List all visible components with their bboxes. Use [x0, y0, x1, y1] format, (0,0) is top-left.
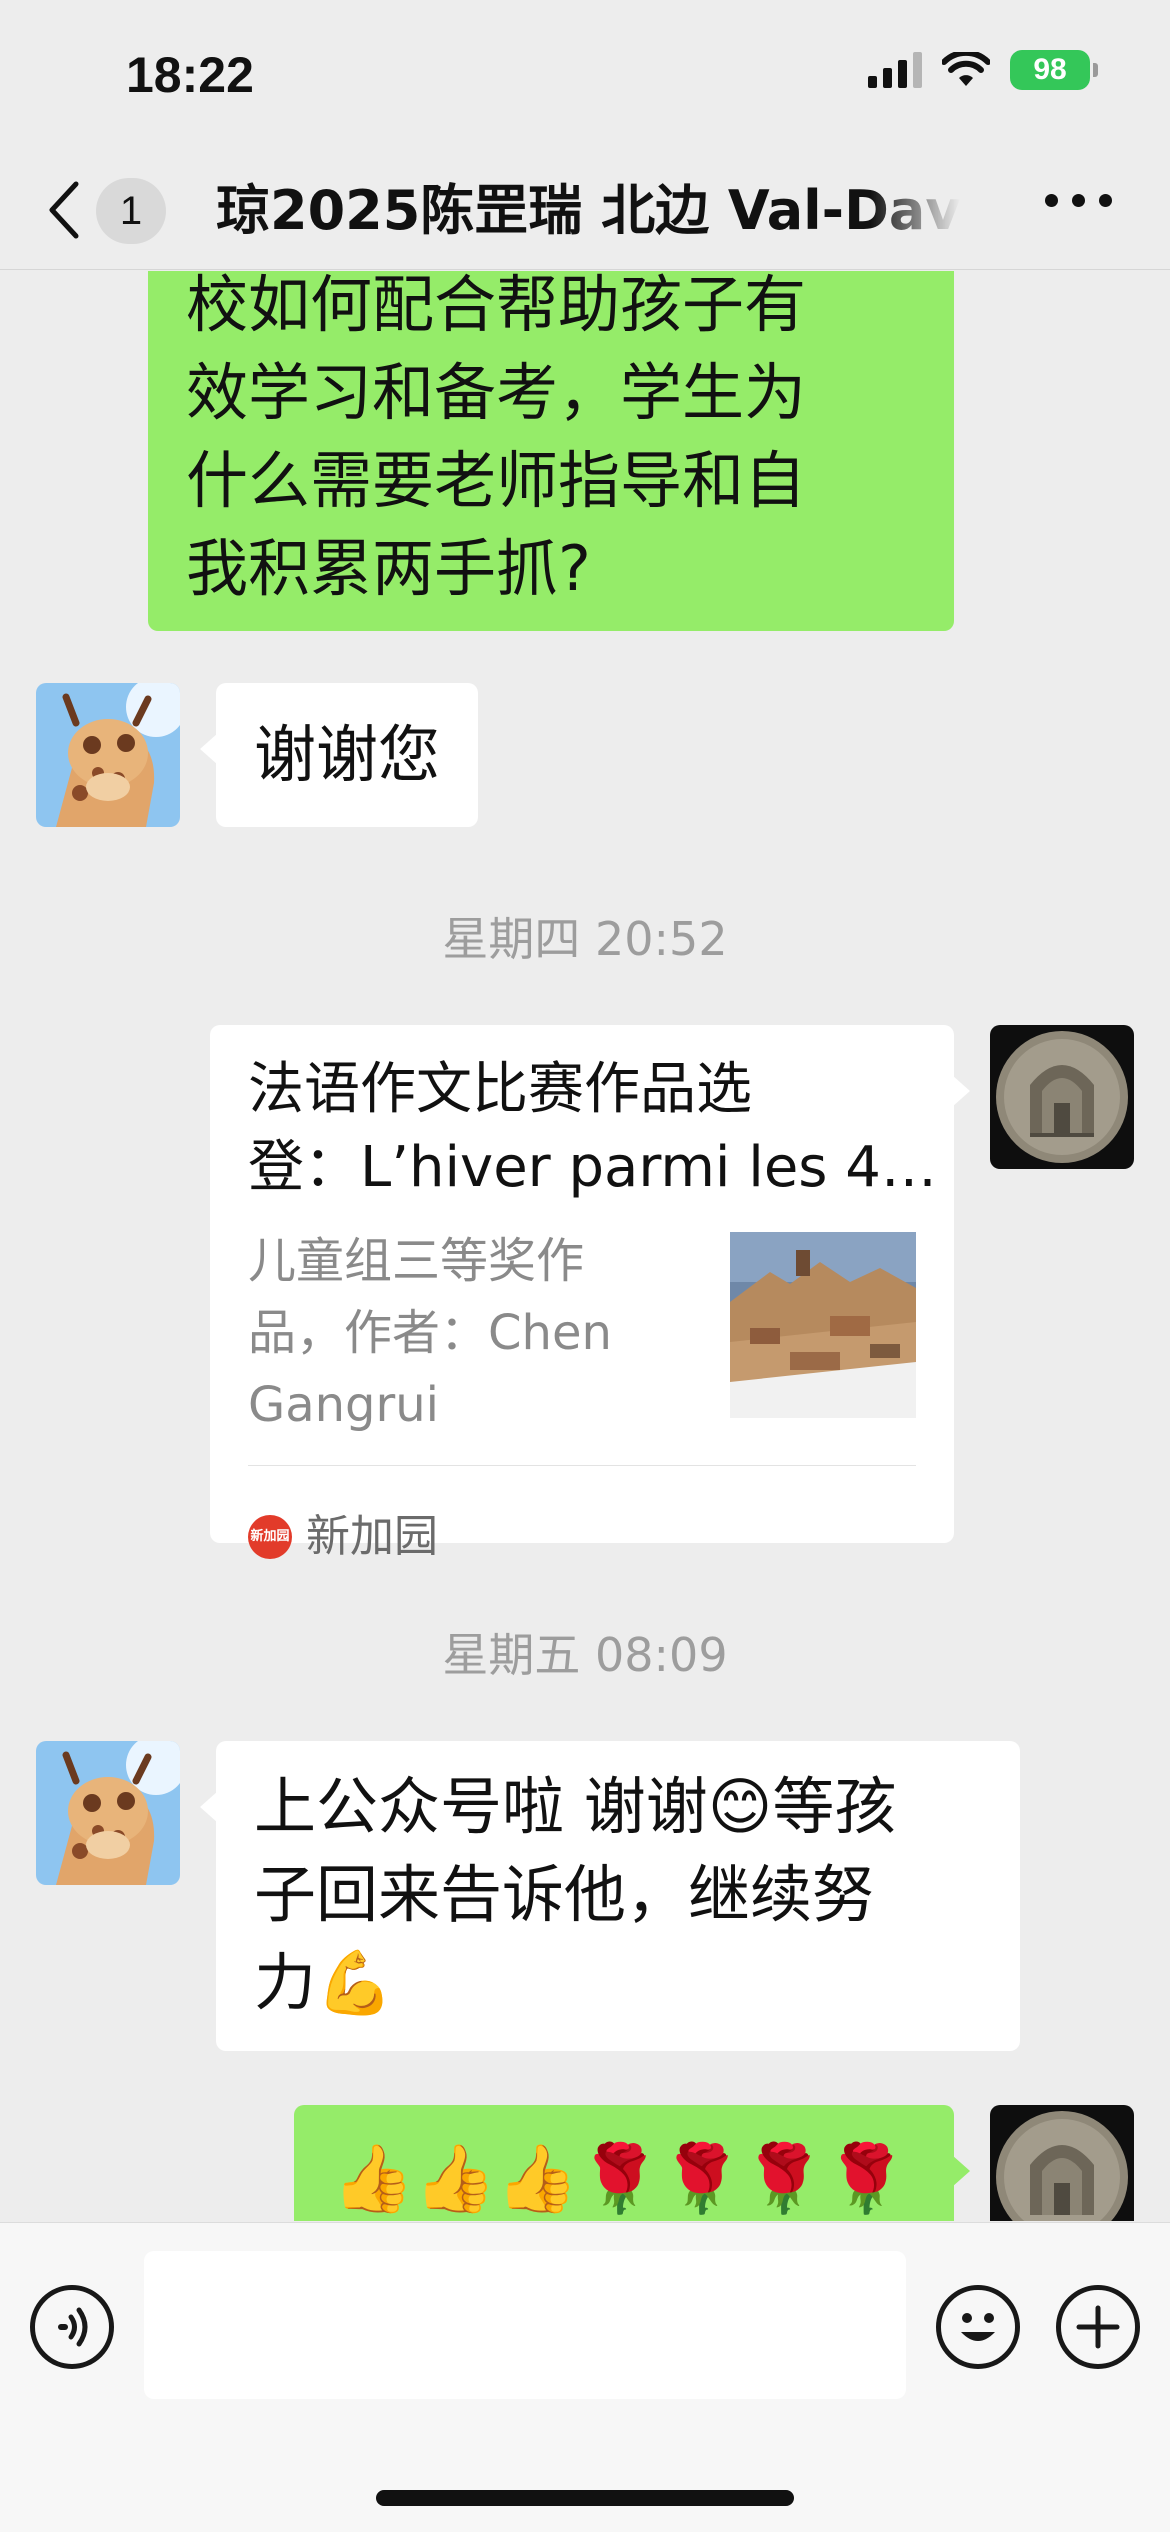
timestamp: 星期五 08:09 — [442, 1628, 728, 1682]
my-avatar[interactable] — [990, 1025, 1134, 1169]
medal-avatar-icon — [990, 1025, 1134, 1169]
message-line: 效学习和备考，学生为 — [186, 356, 807, 429]
contact-avatar[interactable] — [36, 683, 180, 827]
article-thumbnail — [730, 1232, 916, 1418]
article-divider — [248, 1465, 916, 1466]
wifi-icon — [942, 52, 990, 86]
emoji-icon[interactable] — [936, 2285, 1020, 2369]
battery-level: 98 — [1033, 53, 1067, 86]
status-bar: 18:22 98 — [0, 0, 1170, 150]
article-card[interactable]: 法语作文比赛作品选 登：L’hiver parmi les 4… 儿童组三等奖作… — [210, 1025, 970, 1562]
article-description-line: 品，作者：Chen — [248, 1305, 612, 1361]
cellular-signal-icon — [868, 52, 922, 88]
input-bar — [0, 2222, 1170, 2532]
article-title: 法语作文比赛作品选 登：L’hiver parmi les 4… — [248, 1051, 948, 1207]
unread-count-badge[interactable]: 1 — [96, 178, 166, 244]
message-text: 谢谢您 — [254, 718, 441, 791]
voice-icon[interactable] — [30, 2285, 114, 2369]
my-avatar[interactable] — [990, 2105, 1134, 2221]
giraffe-avatar-icon — [36, 1741, 180, 1885]
back-chevron-icon[interactable] — [44, 178, 84, 242]
article-description-line: Gangrui — [248, 1377, 439, 1433]
more-icon[interactable] — [1045, 194, 1112, 207]
chat-title[interactable]: 琼2025陈罡瑞 北边 Val-Dav — [216, 176, 960, 246]
message-bubble-sent[interactable]: 👍👍👍🌹🌹🌹🌹 — [294, 2105, 970, 2221]
message-input[interactable] — [144, 2251, 906, 2399]
status-icons: 98 — [868, 50, 1098, 90]
message-line: 上公众号啦 谢谢😊等孩 — [254, 1770, 897, 1843]
message-line: 什么需要老师指导和自 — [186, 444, 807, 517]
plus-icon[interactable] — [1056, 2285, 1140, 2369]
chat-header: 1 琼2025陈罡瑞 北边 Val-Dav — [0, 150, 1170, 270]
message-bubble-sent[interactable]: 校如何配合帮助孩子有 效学习和备考，学生为 什么需要老师指导和自 我积累两手抓? — [148, 271, 954, 631]
battery-icon: 98 — [1010, 50, 1098, 90]
message-list[interactable]: 校如何配合帮助孩子有 效学习和备考，学生为 什么需要老师指导和自 我积累两手抓?… — [0, 271, 1170, 2221]
message-bubble-received[interactable]: 上公众号啦 谢谢😊等孩 子回来告诉他，继续努 力💪 — [200, 1741, 1020, 2051]
article-description: 儿童组三等奖作 品，作者：Chen Gangrui — [248, 1225, 688, 1441]
message-line: 校如何配合帮助孩子有 — [186, 271, 807, 341]
article-title-line: 登：L’hiver parmi les 4… — [248, 1135, 937, 1200]
article-description-line: 儿童组三等奖作 — [248, 1233, 585, 1289]
article-source[interactable]: 新加园 新加园 — [248, 1493, 438, 1581]
message-line: 子回来告诉他，继续努 — [254, 1858, 875, 1931]
contact-avatar[interactable] — [36, 1741, 180, 1885]
source-name: 新加园 — [306, 1511, 438, 1562]
status-time: 18:22 — [126, 47, 254, 103]
message-text: 👍👍👍🌹🌹🌹🌹 — [332, 2140, 908, 2217]
message-line: 力💪 — [254, 1946, 394, 2019]
timestamp: 星期四 20:52 — [442, 912, 728, 966]
message-line: 我积累两手抓? — [186, 532, 591, 605]
source-logo: 新加园 — [248, 1515, 292, 1559]
message-bubble-received[interactable]: 谢谢您 — [199, 683, 479, 827]
article-title-line: 法语作文比赛作品选 — [248, 1057, 752, 1122]
giraffe-avatar-icon — [36, 683, 180, 827]
home-indicator[interactable] — [376, 2490, 794, 2506]
medal-avatar-icon — [990, 2105, 1134, 2221]
